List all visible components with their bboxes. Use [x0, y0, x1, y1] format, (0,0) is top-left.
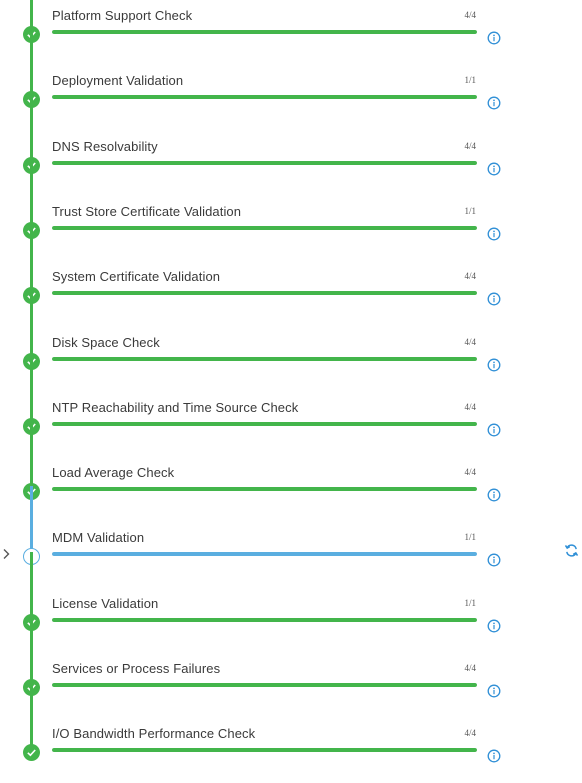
progress-bar — [52, 225, 477, 230]
timeline-connector — [30, 551, 33, 615]
check-name: Trust Store Certificate Validation — [52, 203, 242, 219]
info-icon[interactable] — [487, 31, 501, 45]
check-count: 1/1 — [464, 205, 476, 216]
check-row: Trust Store Certificate Validation 1/1 — [0, 159, 582, 261]
progress-bar — [52, 487, 477, 492]
check-name: I/O Bandwidth Performance Check — [52, 726, 256, 742]
check-count: 4/4 — [464, 728, 476, 739]
info-icon[interactable] — [487, 749, 501, 763]
progress-bar — [52, 291, 477, 296]
check-count: 4/4 — [464, 663, 476, 673]
progress-bar-fill — [52, 748, 477, 753]
check-row: MDM Validation 1/1 — [0, 486, 582, 587]
check-icon — [23, 744, 40, 762]
progress-bar-fill — [52, 552, 477, 557]
check-row: Platform Support Check 4/4 — [0, 0, 582, 65]
timeline-connector — [30, 421, 33, 485]
check-name: DNS Resolvability — [52, 138, 158, 154]
check-count: 4/4 — [464, 271, 476, 282]
timeline-connector — [30, 682, 33, 746]
validation-check-list: Platform Support Check 4/4 Deployment Vali… — [0, 0, 582, 763]
check-name: License Validation — [52, 595, 159, 611]
progress-bar — [52, 683, 477, 687]
check-row: NTP Reachability and Time Source Check 4/… — [0, 355, 582, 457]
progress-bar — [52, 356, 477, 361]
check-row: DNS Resolvability 4/4 — [0, 94, 582, 196]
check-row: System Certificate Validation 4/4 — [0, 225, 582, 326]
info-icon[interactable] — [487, 553, 501, 567]
refresh-icon[interactable] — [564, 543, 579, 558]
check-row: Services or Process Failures 4/4 — [0, 617, 582, 718]
timeline-connector — [30, 617, 33, 680]
check-name: Disk Space Check — [52, 334, 160, 350]
check-count: 4/4 — [464, 336, 476, 347]
check-row: Load Average Check 4/4 — [0, 421, 582, 522]
check-row: Deployment Validation 1/1 — [0, 29, 582, 130]
progress-bar — [52, 30, 477, 34]
check-name: System Certificate Validation — [52, 269, 221, 285]
progress-bar — [52, 748, 477, 753]
progress-bar-fill — [52, 683, 477, 687]
timeline-connector — [30, 0, 33, 27]
progress-bar — [52, 160, 477, 165]
check-count: 4/4 — [464, 401, 476, 412]
check-name: MDM Validation — [52, 530, 145, 546]
timeline-connector — [30, 355, 33, 419]
check-count: 4/4 — [464, 467, 476, 478]
check-count: 1/1 — [464, 597, 476, 608]
info-icon[interactable] — [487, 96, 501, 110]
progress-bar — [52, 552, 477, 557]
info-icon[interactable] — [487, 423, 501, 437]
info-icon[interactable] — [487, 292, 501, 306]
progress-bar-fill — [52, 95, 477, 100]
progress-bar-fill — [52, 356, 477, 361]
progress-bar-fill — [52, 30, 477, 34]
check-count: 4/4 — [464, 140, 476, 151]
progress-bar — [52, 617, 477, 622]
progress-bar-fill — [52, 225, 477, 230]
check-row: I/O Bandwidth Performance Check 4/4 — [0, 682, 582, 783]
info-icon[interactable] — [487, 488, 501, 502]
info-icon[interactable] — [487, 358, 501, 372]
check-count: 1/1 — [464, 75, 476, 86]
progress-bar-fill — [52, 487, 477, 492]
check-row: License Validation 1/1 — [0, 551, 582, 653]
check-count: 1/1 — [464, 532, 476, 543]
progress-bar-fill — [52, 617, 477, 622]
check-row: Disk Space Check 4/4 — [0, 290, 582, 392]
timeline-connector — [30, 94, 33, 158]
progress-bar-fill — [52, 421, 477, 426]
check-name: Platform Support Check — [52, 8, 193, 23]
progress-bar-fill — [52, 160, 477, 165]
timeline-connector — [30, 29, 33, 93]
timeline-connector — [30, 486, 33, 550]
info-icon[interactable] — [487, 684, 501, 698]
info-icon[interactable] — [487, 227, 501, 241]
check-name: NTP Reachability and Time Source Check — [52, 399, 299, 415]
timeline-connector — [30, 225, 33, 289]
check-name: Deployment Validation — [52, 73, 184, 89]
check-count: 4/4 — [464, 10, 476, 20]
progress-bar — [52, 421, 477, 426]
timeline-connector — [30, 290, 33, 354]
check-name: Services or Process Failures — [52, 661, 221, 676]
timeline-connector — [30, 159, 33, 223]
info-icon[interactable] — [487, 619, 501, 633]
info-icon[interactable] — [487, 162, 501, 176]
progress-bar — [52, 95, 477, 100]
chevron-right-icon[interactable] — [2, 547, 11, 559]
check-name: Load Average Check — [52, 465, 175, 481]
progress-bar-fill — [52, 291, 477, 296]
